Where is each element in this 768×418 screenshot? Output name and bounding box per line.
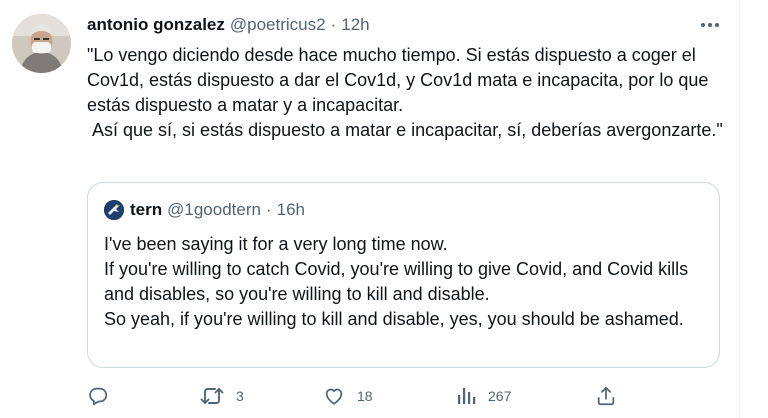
quote-avatar — [104, 200, 124, 220]
separator-dot: · — [330, 15, 337, 34]
avatar-image — [12, 14, 71, 73]
tweet-text: "Lo vengo diciendo desde hace mucho tiem… — [87, 45, 723, 140]
retweet-icon — [200, 385, 224, 407]
quote-author-handle[interactable]: @1goodtern — [167, 200, 261, 220]
views-count: 267 — [488, 388, 512, 404]
divider — [739, 0, 740, 418]
views-icon — [456, 386, 476, 406]
action-bar: 3 18 267 — [87, 384, 627, 408]
like-count: 18 — [357, 388, 373, 404]
quote-header: tern @1goodtern · 16h — [104, 199, 305, 221]
more-icon[interactable] — [695, 14, 725, 36]
quote-separator-dot: · — [265, 200, 272, 219]
quoted-tweet[interactable]: tern @1goodtern · 16h I've been saying i… — [87, 182, 720, 368]
reply-icon — [87, 385, 109, 407]
quote-author-name[interactable]: tern — [130, 200, 162, 220]
quote-timestamp: 16h — [276, 200, 305, 219]
heart-icon — [323, 385, 345, 407]
author-name[interactable]: antonio gonzalez — [87, 15, 225, 35]
tweet-header: antonio gonzalez @poetricus2 · 12h — [87, 14, 370, 36]
share-icon — [595, 385, 617, 407]
share-button[interactable] — [595, 384, 617, 408]
quote-text: I've been saying it for a very long time… — [104, 234, 689, 329]
views-button[interactable]: 267 — [456, 384, 511, 408]
author-handle[interactable]: @poetricus2 — [230, 15, 326, 35]
retweet-count: 3 — [236, 388, 244, 404]
timestamp[interactable]: 12h — [341, 15, 369, 35]
avatar[interactable] — [12, 14, 71, 73]
like-button[interactable]: 18 — [323, 384, 373, 408]
reply-button[interactable] — [87, 384, 109, 408]
tweet[interactable]: antonio gonzalez @poetricus2 · 12h "Lo v… — [0, 0, 768, 418]
retweet-button[interactable]: 3 — [200, 384, 244, 408]
